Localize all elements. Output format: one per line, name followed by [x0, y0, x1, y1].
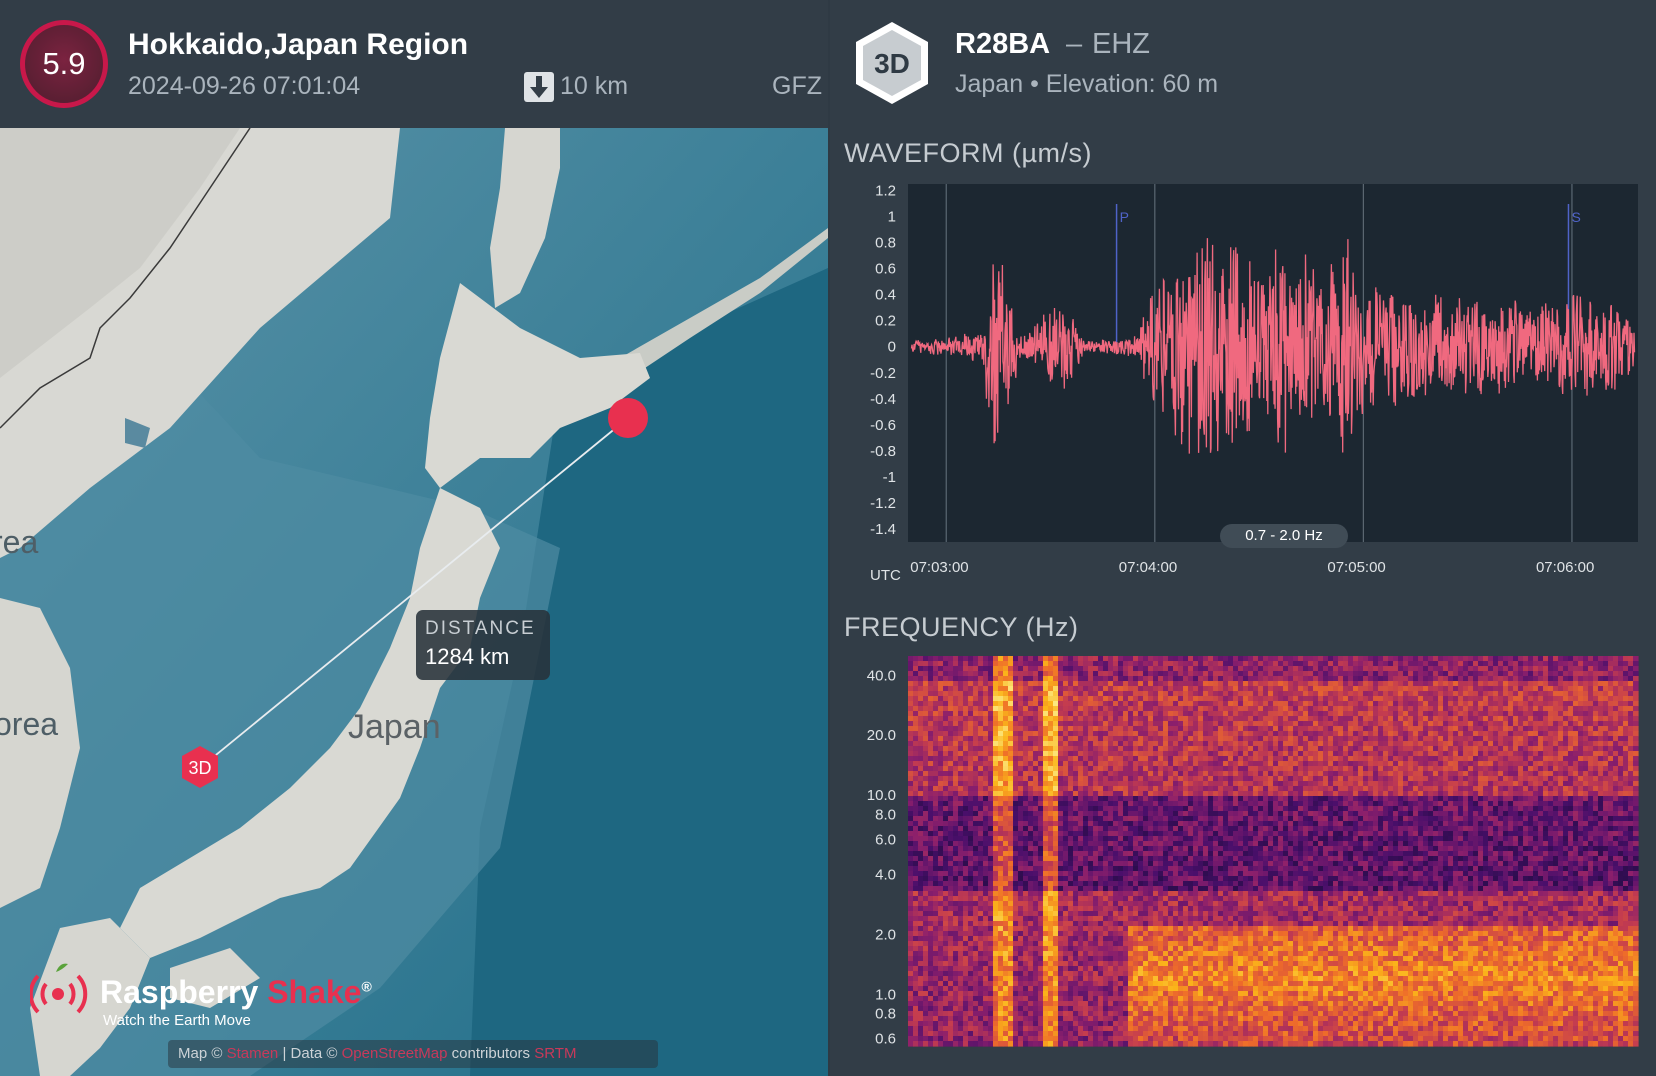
waveform-y-tick: -0.4 [870, 391, 896, 408]
event-panel: 5.9 Hokkaido,Japan Region 2024-09-26 07:… [0, 0, 828, 1076]
magnitude-badge: 5.9 [20, 20, 108, 108]
distance-label: DISTANCE [425, 618, 536, 639]
waveform-x-axis: 07:03:00 07:04:00 07:05:00 07:06:00 [910, 559, 1594, 576]
brand-name: Raspberry Shake® [100, 974, 372, 1011]
map-overlay: 3D rea orea Japan [0, 398, 648, 788]
spectrogram-y-tick: 0.8 [875, 1006, 896, 1023]
station-elevation: Elevation: 60 m [1045, 70, 1219, 98]
spectrogram-y-tick: 6.0 [875, 831, 896, 848]
map-label-japan: Japan [348, 708, 441, 746]
raspberry-shake-logo-icon [28, 958, 88, 1025]
waveform-y-tick: 0.2 [875, 313, 896, 330]
waveform-y-tick: -0.8 [870, 443, 896, 460]
spectrogram-chart[interactable]: 40.0 20.0 10.0 8.0 6.0 4.0 2.0 1.0 0.8 0.6 [830, 650, 1656, 1070]
spectrogram-y-tick: 2.0 [875, 926, 896, 943]
spectrogram-y-tick: 8.0 [875, 806, 896, 823]
waveform-y-tick: -1 [883, 469, 896, 486]
phase-marker-label: S [1571, 209, 1580, 225]
waveform-y-tick: 1.2 [875, 183, 896, 200]
epicenter-marker[interactable] [608, 398, 648, 438]
station-channel: EHZ [1092, 28, 1150, 60]
waveform-y-tick: -0.6 [870, 417, 896, 434]
spectrogram-y-tick: 10.0 [867, 787, 896, 804]
spectrogram-y-tick: 40.0 [867, 667, 896, 684]
spectrogram-y-tick: 4.0 [875, 866, 896, 883]
attrib-suffix: contributors [447, 1045, 535, 1062]
station-location: Japan [955, 70, 1024, 98]
waveform-y-axis: 1.2 1 0.8 0.6 0.4 0.2 0 -0.2 -0.4 -0.6 -0.8 -1 -1.2 -… [870, 183, 896, 538]
station-id: R28BA [955, 28, 1051, 60]
spectrogram-cells [908, 656, 1639, 1047]
distance-box: DISTANCE 1284 km [416, 610, 550, 680]
distance-value: 1284 km [425, 644, 510, 669]
map-label-korea: orea [0, 706, 58, 742]
event-header: 5.9 Hokkaido,Japan Region 2024-09-26 07:… [0, 0, 828, 128]
waveform-y-tick: -1.4 [870, 521, 896, 538]
waveform-title: WAVEFORM (µm/s) [844, 138, 1093, 168]
event-agency: GFZ [772, 72, 822, 100]
depth-arrow-icon [524, 72, 554, 102]
waveform-x-tick: 07:03:00 [910, 559, 968, 576]
station-subtitle: Japan • Elevation: 60 m [955, 70, 1219, 98]
waveform-y-tick: 0.4 [875, 287, 896, 304]
waveform-y-tick: 0.6 [875, 261, 896, 278]
attrib-data-prefix: | Data © [278, 1045, 342, 1062]
filter-band-badge[interactable]: 0.7 - 2.0 Hz [1220, 524, 1348, 548]
waveform-x-tick: 07:06:00 [1536, 559, 1594, 576]
spectrogram-y-axis: 40.0 20.0 10.0 8.0 6.0 4.0 2.0 1.0 0.8 0.6 [867, 667, 896, 1047]
station-map-marker-label: 3D [188, 758, 211, 778]
station-separator: – [1066, 28, 1083, 60]
event-datetime: 2024-09-26 07:01:04 [128, 72, 361, 100]
spectrogram-y-tick: 0.6 [875, 1030, 896, 1047]
phase-marker-label: P [1120, 209, 1129, 225]
brand-name-part2: Shake [267, 974, 362, 1010]
waveform-y-tick: 0.8 [875, 235, 896, 252]
waveform-x-tick: 07:04:00 [1119, 559, 1177, 576]
waveform-x-tick: 07:05:00 [1327, 559, 1385, 576]
brand-tagline: Watch the Earth Move [103, 1012, 251, 1029]
spectrogram-y-tick: 20.0 [867, 727, 896, 744]
station-panel: 3D R28BA – EHZ Japan • Elevation: 60 m W… [830, 0, 1656, 1076]
attrib-map-link[interactable]: Stamen [227, 1045, 279, 1062]
station-badge-label: 3D [874, 48, 910, 79]
event-title: Hokkaido,Japan Region [128, 28, 469, 61]
attrib-map-prefix: Map © [178, 1045, 227, 1062]
frequency-title: FREQUENCY (Hz) [844, 612, 1079, 642]
waveform-y-tick: -0.2 [870, 365, 896, 382]
attrib-extra-link[interactable]: SRTM [534, 1045, 576, 1062]
map-attribution: Map © Stamen | Data © OpenStreetMap cont… [168, 1040, 658, 1068]
brand-name-part1: Raspberry [100, 974, 268, 1010]
waveform-y-tick: 1 [888, 209, 896, 226]
event-map[interactable]: 3D rea orea Japan DISTANCE 1284 km [0, 128, 828, 1076]
brand-reg-mark: ® [361, 978, 372, 995]
spectrogram-y-tick: 1.0 [875, 986, 896, 1003]
station-badge: 3D [852, 20, 932, 111]
attrib-data-link[interactable]: OpenStreetMap [342, 1045, 448, 1062]
map-label-korea-top: rea [0, 524, 38, 560]
waveform-y-tick: 0 [888, 339, 896, 356]
waveform-utc-label: UTC [870, 567, 901, 584]
waveform-y-tick: -1.2 [870, 495, 896, 512]
event-depth: 10 km [560, 72, 629, 100]
